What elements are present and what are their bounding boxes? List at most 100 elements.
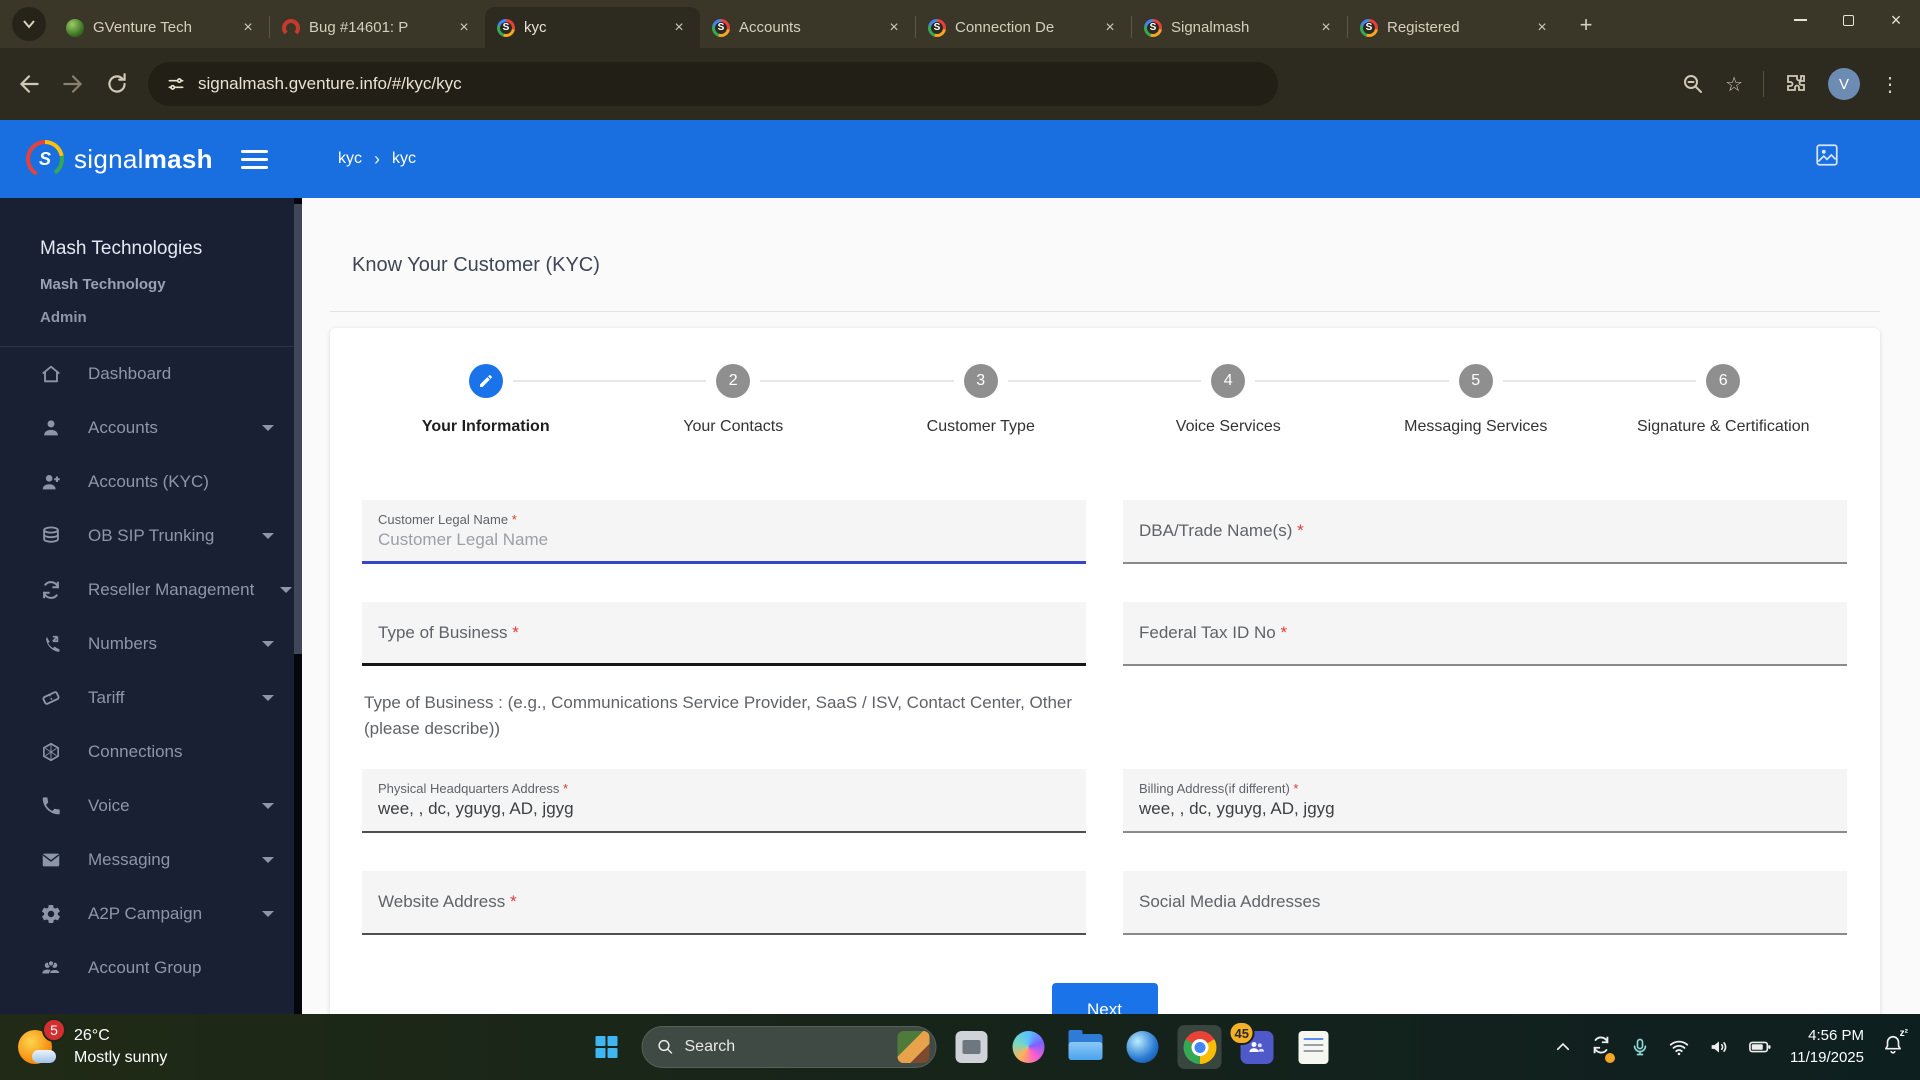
gray-app-icon — [955, 1031, 988, 1063]
tab-registered[interactable]: Registered × — [1348, 7, 1563, 48]
zoom-out-icon[interactable] — [1681, 72, 1705, 96]
extensions-icon[interactable] — [1784, 72, 1808, 96]
weather-temp: 26°C — [74, 1026, 110, 1044]
kyc-card: Your Information 2 Your Contacts 3 Custo… — [330, 328, 1880, 1080]
breadcrumb-item[interactable]: kyc — [392, 150, 416, 168]
field-value: wee, , dc, yguyg, AD, jgyg — [378, 799, 574, 818]
signalmash-favicon — [1360, 18, 1378, 37]
tab-title: kyc — [524, 19, 547, 36]
copilot-app-icon[interactable] — [1007, 1025, 1051, 1069]
step-your-information[interactable]: Your Information — [362, 364, 610, 436]
step-label: Signature & Certification — [1636, 418, 1810, 435]
close-icon[interactable]: × — [237, 17, 259, 39]
app-window-icon[interactable] — [950, 1025, 994, 1069]
wifi-icon[interactable] — [1668, 1036, 1690, 1058]
tab-title: Bug #14601: P — [309, 19, 409, 36]
step-your-contacts[interactable]: 2 Your Contacts — [609, 364, 858, 436]
close-icon[interactable]: × — [453, 17, 475, 39]
hamburger-menu-icon[interactable] — [241, 149, 268, 169]
physical-address-field[interactable]: Physical Headquarters Address * wee, , d… — [362, 769, 1086, 833]
dba-trade-name-field[interactable]: DBA/Trade Name(s) * — [1123, 500, 1847, 564]
sidebar-item-numbers[interactable]: Numbers — [0, 617, 294, 671]
billing-address-field[interactable]: Billing Address(if different) * wee, , d… — [1123, 769, 1847, 833]
sidebar-item-connections[interactable]: Connections — [0, 725, 294, 779]
sidebar-item-accounts[interactable]: Accounts — [0, 401, 294, 455]
minimize-button[interactable] — [1776, 0, 1824, 40]
new-tab-button[interactable]: + — [1571, 10, 1601, 40]
signalmash-favicon — [1144, 18, 1162, 37]
microphone-icon[interactable] — [1630, 1037, 1650, 1057]
tray-chevron-up-icon[interactable] — [1554, 1038, 1572, 1056]
tab-kyc-active[interactable]: kyc × — [485, 7, 700, 48]
org-name: Mash Technologies — [40, 238, 203, 259]
user-plus-icon — [42, 475, 60, 490]
chevron-down-icon — [262, 425, 274, 431]
close-icon[interactable]: × — [668, 17, 690, 39]
customer-legal-name-input[interactable] — [378, 529, 1070, 550]
close-window-button[interactable]: × — [1872, 0, 1920, 40]
teams-app-icon[interactable]: 45 — [1228, 1021, 1279, 1069]
customer-legal-name-field[interactable]: Customer Legal Name * — [362, 500, 1086, 564]
website-address-field[interactable]: Website Address * — [362, 871, 1086, 935]
reload-icon[interactable] — [104, 71, 130, 97]
file-explorer-icon[interactable] — [1064, 1025, 1108, 1069]
step-label: Messaging Services — [1404, 418, 1548, 435]
breadcrumb-item[interactable]: kyc — [338, 150, 362, 168]
tab-connection[interactable]: Connection De × — [916, 7, 1131, 48]
tab-accounts[interactable]: Accounts × — [700, 7, 915, 48]
taskbar-search[interactable]: Search — [641, 1026, 937, 1068]
sidebar-item-account-group[interactable]: Account Group — [0, 941, 294, 995]
battery-icon[interactable] — [1748, 1036, 1772, 1058]
tab-bug[interactable]: Bug #14601: P × — [270, 7, 485, 48]
step-messaging-services[interactable]: 5 Messaging Services — [1352, 364, 1600, 436]
breadcrumb-separator-icon: › — [374, 148, 380, 169]
chrome-app-active[interactable] — [1177, 1025, 1222, 1069]
sidebar-item-voice[interactable]: Voice — [0, 779, 294, 833]
sidebar-item-a2p-campaign[interactable]: A2P Campaign — [0, 887, 294, 941]
signalmash-favicon — [712, 18, 730, 37]
type-of-business-field[interactable]: Type of Business * — [362, 602, 1086, 666]
search-highlight-image[interactable] — [897, 1031, 930, 1063]
browser-menu-icon[interactable]: ⋮ — [1880, 72, 1900, 97]
tab-gventure[interactable]: GVenture Tech × — [54, 7, 269, 48]
refresh-icon — [43, 581, 59, 599]
sync-status-icon[interactable] — [1590, 1034, 1616, 1063]
tab-signalmash[interactable]: Signalmash × — [1132, 7, 1347, 48]
close-icon[interactable]: × — [883, 17, 905, 39]
tab-search-button[interactable] — [12, 7, 46, 41]
step-customer-type[interactable]: 3 Customer Type — [857, 364, 1105, 436]
sidebar-item-accounts-kyc[interactable]: Accounts (KYC) — [0, 455, 294, 509]
sidebar-item-ob-sip-trunking[interactable]: OB SIP Trunking — [0, 509, 294, 563]
tab-title: GVenture Tech — [93, 19, 192, 36]
sidebar-item-dashboard[interactable]: Dashboard — [0, 347, 294, 401]
taskbar-clock[interactable]: 4:56 PM 11/19/2025 — [1790, 1025, 1864, 1069]
start-button[interactable] — [585, 1025, 629, 1069]
close-icon[interactable]: × — [1531, 17, 1553, 39]
back-icon[interactable] — [16, 71, 42, 97]
speaker-icon[interactable] — [1708, 1036, 1730, 1058]
sidebar-item-tariff[interactable]: Tariff — [0, 671, 294, 725]
weather-widget[interactable]: 5 26°C Mostly sunny — [0, 1018, 300, 1070]
maximize-button[interactable] — [1824, 0, 1872, 40]
site-settings-icon[interactable] — [166, 74, 186, 94]
notification-bell-icon[interactable]: z² — [1882, 1028, 1908, 1061]
step-voice-services[interactable]: 4 Voice Services — [1104, 364, 1353, 436]
federal-tax-id-field[interactable]: Federal Tax ID No * — [1123, 602, 1847, 666]
step-signature-certification[interactable]: 6 Signature & Certification — [1599, 364, 1848, 436]
sidebar-item-messaging[interactable]: Messaging — [0, 833, 294, 887]
forward-icon[interactable] — [60, 71, 86, 97]
notepad-app-icon[interactable] — [1292, 1025, 1336, 1069]
sidebar-scrollbar[interactable] — [294, 198, 302, 1080]
close-icon[interactable]: × — [1099, 17, 1121, 39]
profile-avatar[interactable]: V — [1828, 68, 1860, 100]
edge-browser-icon[interactable] — [1121, 1025, 1165, 1069]
scrollbar-thumb[interactable] — [294, 204, 302, 654]
bookmark-star-icon[interactable]: ☆ — [1725, 72, 1743, 97]
url-bar[interactable]: signalmash.gventure.info/#/kyc/kyc — [148, 62, 1278, 106]
signalmash-logo[interactable]: signalmash — [26, 140, 213, 178]
close-icon[interactable]: × — [1315, 17, 1337, 39]
field-label: Website Address * — [378, 892, 517, 911]
sidebar-item-reseller-management[interactable]: Reseller Management — [0, 563, 294, 617]
social-media-field[interactable]: Social Media Addresses — [1123, 871, 1847, 935]
notepad-icon — [1298, 1030, 1329, 1064]
